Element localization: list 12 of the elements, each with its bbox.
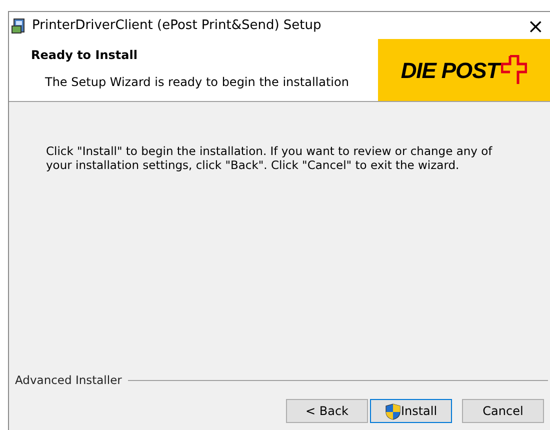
close-button[interactable]: × — [527, 16, 544, 36]
step-title: Ready to Install — [31, 47, 138, 64]
wizard-button[interactable]: Cancel — [462, 399, 544, 423]
logo-text: DIE POST — [400, 56, 500, 84]
shield-icon — [384, 402, 401, 420]
wizard-button[interactable]: < Back — [286, 399, 368, 423]
window-title: PrinterDriverClient (ePost Print&Send) Setup — [32, 16, 322, 35]
instruction-text: Click "Install" to begin the installation. If you want to review or change any of your installation settings, click "Back". Click "Cancel" to exit the wizard. — [45, 143, 494, 172]
wizard-button[interactable]: Install — [370, 399, 452, 423]
step-subtitle: The Setup Wizard is ready to begin the installation — [44, 74, 350, 91]
cross-icon — [501, 55, 528, 85]
installer-brand: Advanced Installer — [15, 372, 122, 389]
